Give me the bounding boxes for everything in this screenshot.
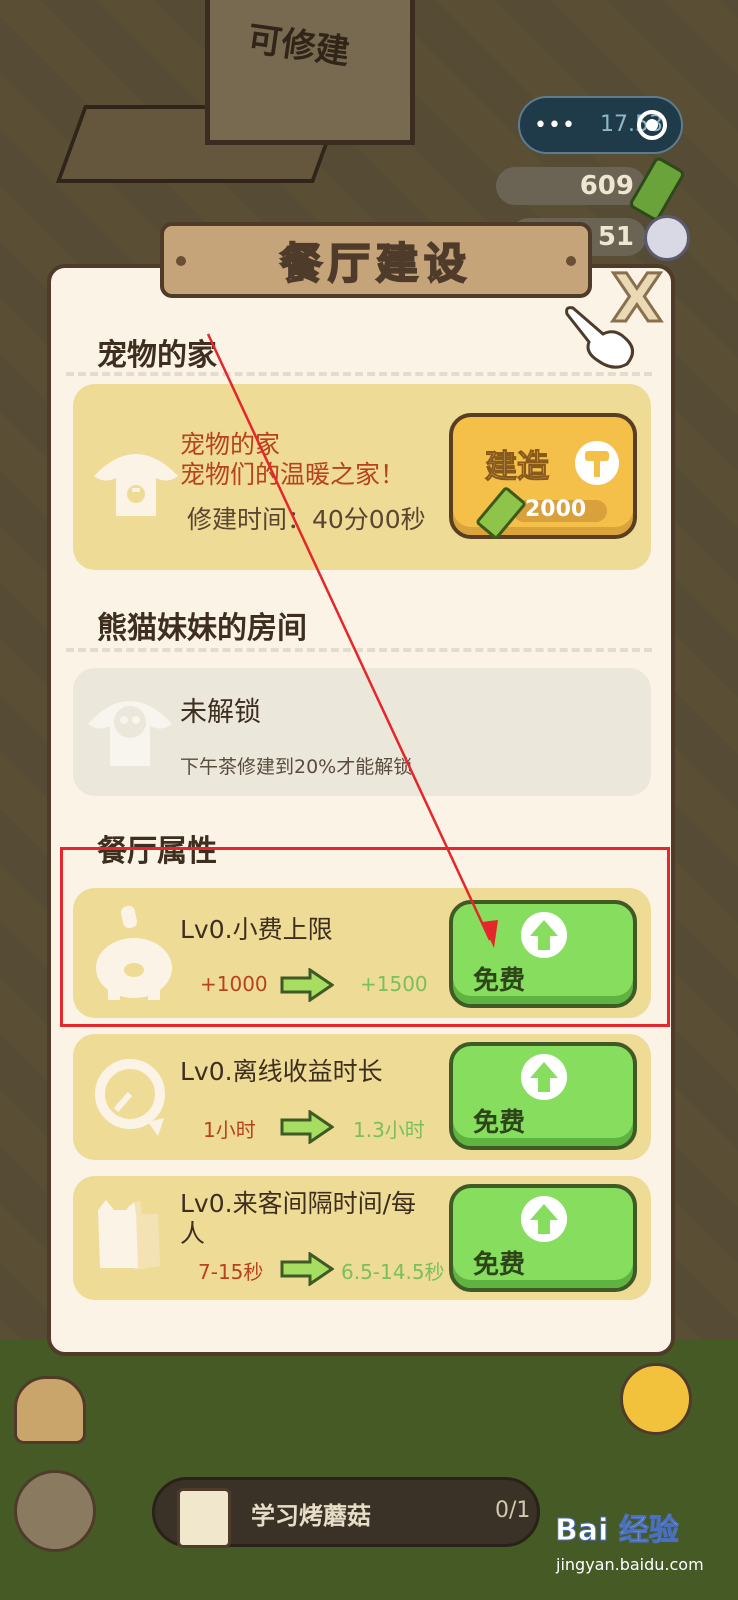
upgrade-up-icon: [521, 1196, 567, 1242]
task-bar[interactable]: 学习烤蘑菇 0/1: [152, 1477, 540, 1548]
section-divider: [66, 372, 652, 376]
attribute-name-line2: 人: [180, 1219, 206, 1248]
bamboo-count: 609: [579, 171, 634, 201]
pet-house-icon: [94, 454, 178, 516]
attribute-next-value: 6.5-14.5秒: [341, 1260, 445, 1284]
mushroom-shop-icon[interactable]: [14, 1376, 86, 1444]
task-label: 学习烤蘑菇: [251, 1502, 371, 1530]
attribute-current-value: 1小时: [203, 1118, 256, 1142]
hammer-icon: [575, 441, 619, 485]
highlight-box: [60, 847, 670, 1027]
modal-title-plate: 餐厅建设: [160, 222, 592, 298]
modal-title: 餐厅建设: [279, 238, 472, 289]
attribute-name: Lv0.离线收益时长: [180, 1057, 383, 1086]
section-title-pet-home: 宠物的家: [97, 338, 217, 373]
plate-rivet: [176, 256, 186, 266]
watermark-brand: Bai 经验: [555, 1513, 680, 1549]
free-upgrade-button[interactable]: 免费: [449, 1184, 637, 1292]
panda-room-status: 未解锁: [180, 697, 261, 728]
section-title-panda-room: 熊猫妹妹的房间: [97, 611, 307, 646]
attribute-next-value: 1.3小时: [353, 1118, 425, 1142]
emoji-face-icon[interactable]: [620, 1363, 692, 1435]
free-button-label: 免费: [473, 1250, 526, 1280]
task-book-icon: [177, 1488, 231, 1548]
paw-icon[interactable]: [14, 1470, 96, 1552]
plate-rivet: [566, 256, 576, 266]
pearl-count: 51: [597, 222, 634, 252]
pet-home-description: 宠物们的温暖之家！: [180, 460, 406, 489]
pearl-icon: [644, 215, 690, 261]
pointing-hand-icon: [565, 306, 634, 369]
watermark-url: jingyan.baidu.com: [556, 1555, 704, 1574]
attribute-current-value: 7-15秒: [198, 1260, 264, 1284]
task-progress: 0/1: [495, 1498, 531, 1523]
build-button[interactable]: 建造 2000: [449, 413, 637, 541]
free-button-label: 免费: [473, 1108, 526, 1138]
section-divider: [66, 648, 652, 652]
upgrade-up-icon: [521, 1054, 567, 1100]
more-icon[interactable]: •••: [534, 113, 576, 138]
free-upgrade-button[interactable]: 免费: [449, 1042, 637, 1150]
attribute-name-line1: Lv0.来客间隔时间/每: [180, 1189, 416, 1218]
build-button-label: 建造: [484, 447, 550, 486]
guests-icon: [98, 1200, 160, 1270]
pet-home-build-time: 修建时间：40分00秒: [187, 505, 426, 534]
bamboo-counter: 609: [496, 167, 646, 205]
upgrade-arrow-icon: [280, 1252, 334, 1286]
panda-room-requirement: 下午茶修建到20%才能解锁: [180, 756, 413, 778]
clock-refresh-icon: [95, 1059, 165, 1136]
panda-house-icon: [88, 701, 172, 766]
miniprogram-capsule[interactable]: ••• 17.53: [518, 96, 683, 154]
build-cost: 2000: [525, 497, 587, 522]
upgrade-arrow-icon: [280, 1110, 334, 1144]
close-miniprogram-icon[interactable]: [637, 110, 667, 140]
